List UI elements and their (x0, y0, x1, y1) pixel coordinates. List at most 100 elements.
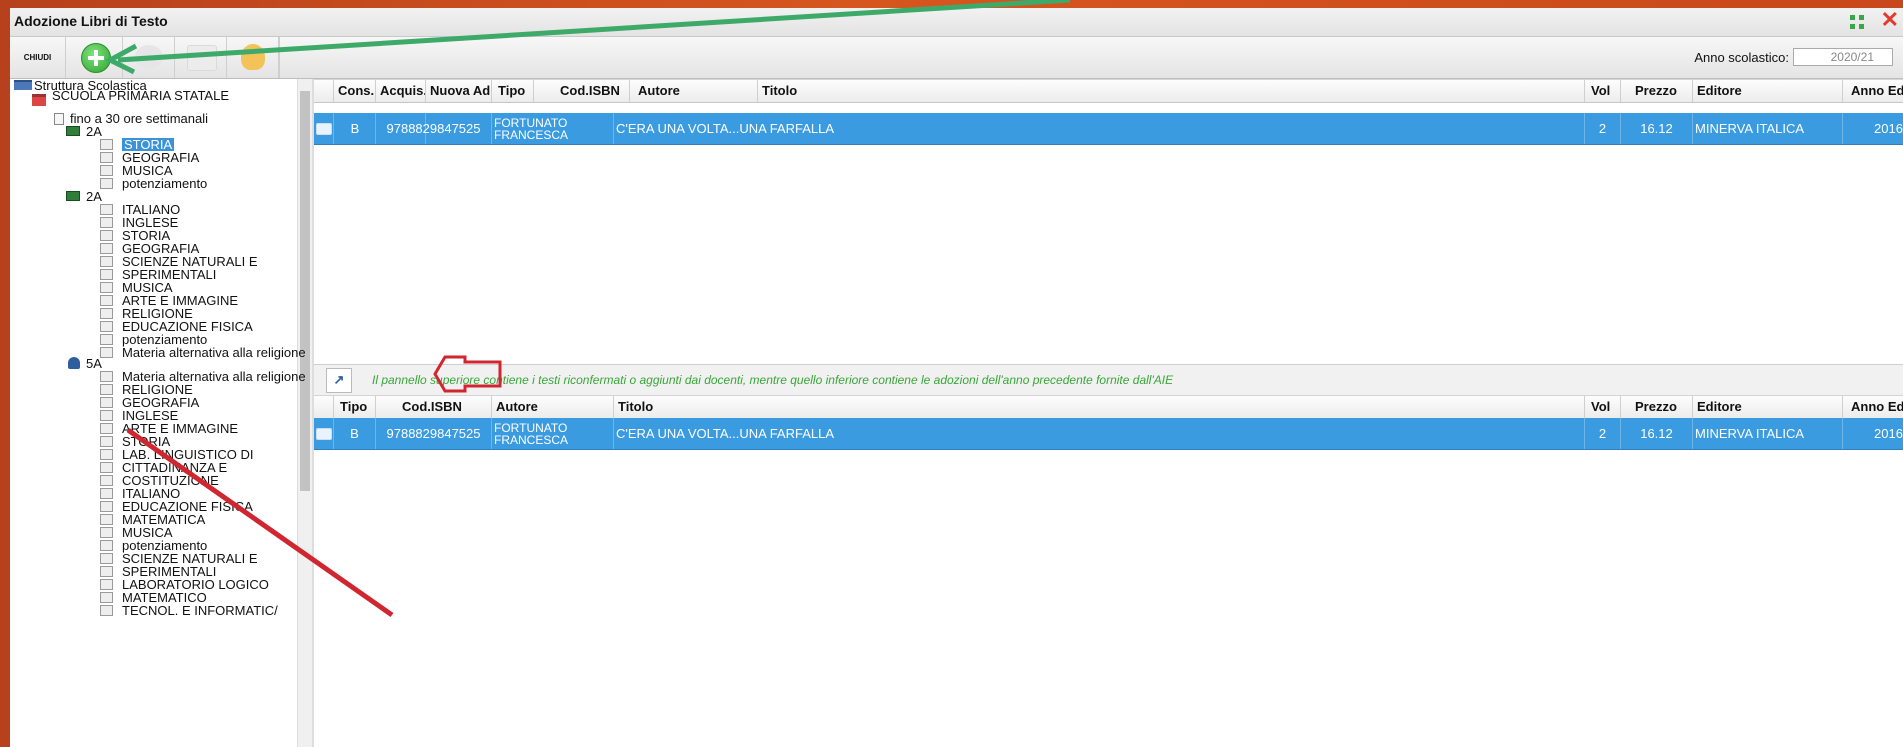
close-button[interactable]: CHIUDI (10, 37, 66, 78)
cell-tipo: B (334, 418, 376, 449)
col-cons[interactable]: Cons. (334, 80, 376, 102)
tree-subject[interactable]: TECNOL. E INFORMATIC/ (122, 604, 278, 617)
subject-icon (100, 334, 113, 345)
col-editore[interactable]: Editore (1693, 396, 1843, 418)
upper-grid-header: Cons. Acquis. Nuova Ad. Tipo Cod.ISBN Au… (314, 79, 1903, 103)
tree-scroll-thumb[interactable] (300, 91, 310, 491)
col-tipo[interactable]: Tipo (492, 80, 534, 102)
tips-button[interactable] (227, 37, 279, 78)
cell-tipo: B (350, 121, 360, 136)
col-titolo[interactable]: Titolo (614, 396, 1585, 418)
subject-icon (100, 384, 113, 395)
tree-class-2a[interactable]: 2A (86, 125, 102, 138)
col-editore[interactable]: Editore (1693, 80, 1843, 102)
cell-anno: 2016 (1843, 418, 1903, 449)
subject-icon (100, 540, 113, 551)
table-row[interactable]: B 9788829847525 FORTUNATO FRANCESCA C'ER… (314, 418, 1903, 450)
subject-icon (100, 527, 113, 538)
delete-button[interactable] (123, 37, 175, 78)
col-prezzo[interactable]: Prezzo (1621, 80, 1693, 102)
tree-class-2a-second[interactable]: 2A (86, 190, 102, 203)
subject-icon (100, 217, 113, 228)
subject-icon (100, 410, 113, 421)
add-icon (81, 43, 111, 73)
subject-icon (100, 204, 113, 215)
col-autore[interactable]: Autore (492, 396, 614, 418)
cell-isbn: 9788829847525 (376, 418, 492, 449)
class-icon (66, 126, 80, 136)
subject-icon (100, 295, 113, 306)
col-vol[interactable]: Vol (1585, 80, 1621, 102)
class-icon (66, 191, 80, 201)
subject-icon (100, 462, 113, 473)
col-anno-ediz[interactable]: Anno Ediz. (1843, 80, 1903, 102)
col-anno-ediz[interactable]: Anno Ediz. (1843, 396, 1903, 418)
subject-icon (100, 256, 113, 267)
window-title: Adozione Libri di Testo (14, 13, 168, 29)
tree-subject[interactable]: Materia alternativa alla religione (122, 346, 306, 359)
subject-icon (100, 449, 113, 460)
cell-vol: 2 (1585, 113, 1621, 144)
title-bar: Adozione Libri di Testo ✕ (10, 8, 1903, 37)
subject-icon (100, 566, 113, 577)
subject-icon (100, 282, 113, 293)
col-tipo[interactable]: Tipo (334, 396, 376, 418)
arrow-up-button[interactable]: ↗ (326, 368, 352, 393)
col-acquis[interactable]: Acquis. (376, 80, 426, 102)
close-icon[interactable]: ✕ (1881, 9, 1899, 31)
header-icon-col (314, 80, 334, 102)
cell-titolo: C'ERA UNA VOLTA...UNA FARFALLA (614, 418, 1585, 449)
subject-icon (100, 436, 113, 447)
cell-prezzo: 16.12 (1621, 113, 1693, 144)
school-structure-icon (14, 80, 32, 90)
col-prezzo[interactable]: Prezzo (1621, 396, 1693, 418)
subject-icon (100, 553, 113, 564)
tree-subject[interactable]: potenziamento (122, 177, 207, 190)
structure-tree: Struttura Scolastica SCUOLA PRIMARIA STA… (10, 79, 313, 747)
cell-autore: FORTUNATO FRANCESCA (492, 418, 614, 449)
header-icon-col (314, 396, 334, 418)
subject-icon (100, 139, 113, 150)
subject-icon (100, 488, 113, 499)
schedule-icon (54, 113, 64, 125)
info-bar: ↗ Il pannello superiore contiene i testi… (314, 364, 1903, 396)
subject-icon (100, 514, 113, 525)
school-icon (32, 94, 46, 106)
subject-icon (100, 152, 113, 163)
table-row[interactable]: B 9788829847525 FORTUNATO FRANCESCA C'ER… (314, 113, 1903, 145)
subject-icon (100, 243, 113, 254)
anno-scolastico-field[interactable]: 2020/21 (1793, 48, 1893, 66)
book-icon (315, 427, 332, 440)
maximize-icon[interactable] (1849, 14, 1865, 30)
add-button[interactable] (67, 37, 123, 78)
print-button[interactable] (175, 37, 227, 78)
lightbulb-icon (241, 44, 265, 70)
tree-scrollbar[interactable] (297, 79, 312, 747)
subject-icon (100, 501, 113, 512)
anno-scolastico-label: Anno scolastico: (1694, 50, 1789, 65)
col-autore[interactable]: Autore (630, 80, 758, 102)
cell-editore: MINERVA ITALICA (1693, 113, 1843, 144)
subject-icon (100, 178, 113, 189)
toolbar-divider (279, 37, 280, 78)
delete-icon (135, 45, 163, 69)
tree-class-5a[interactable]: 5A (86, 357, 102, 370)
col-vol[interactable]: Vol (1585, 396, 1621, 418)
cell-isbn: 9788829847525 (376, 113, 492, 144)
cell-titolo: C'ERA UNA VOLTA...UNA FARFALLA (614, 113, 1585, 144)
subject-icon (100, 579, 113, 590)
subject-icon (100, 475, 113, 486)
tree-school[interactable]: SCUOLA PRIMARIA STATALE (52, 89, 229, 102)
app-window: Adozione Libri di Testo ✕ CHIUDI Anno sc… (10, 8, 1903, 747)
subject-icon (100, 371, 113, 382)
subject-icon (100, 605, 113, 616)
subject-icon (100, 321, 113, 332)
col-isbn[interactable]: Cod.ISBN (534, 80, 630, 102)
person-icon (68, 357, 80, 369)
toolbar: CHIUDI Anno scolastico: 2020/21 (10, 37, 1903, 79)
subject-icon (100, 269, 113, 280)
col-titolo[interactable]: Titolo (758, 80, 1585, 102)
col-nuova-ad[interactable]: Nuova Ad. (426, 80, 492, 102)
col-isbn[interactable]: Cod.ISBN (376, 396, 492, 418)
subject-icon (100, 308, 113, 319)
